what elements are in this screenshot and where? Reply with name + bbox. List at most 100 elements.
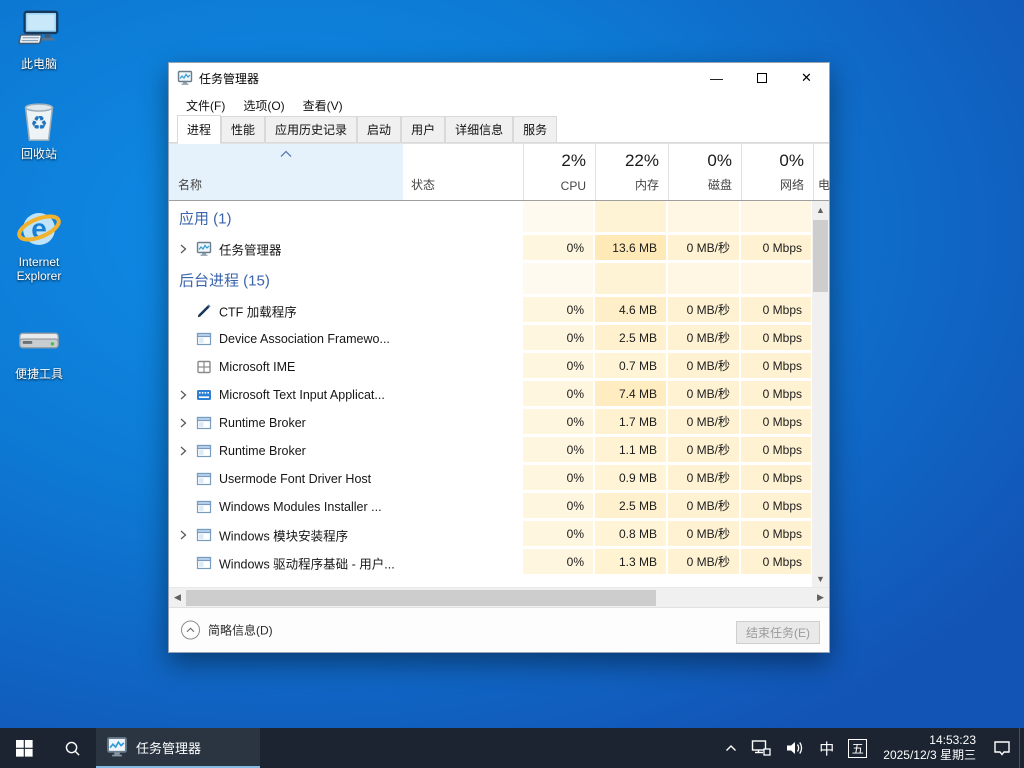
- chevron-up-icon: [725, 744, 737, 752]
- desktop-icon-recycle-bin[interactable]: ♻ 回收站: [7, 98, 71, 161]
- process-row[interactable]: 0%7.4 MB0 MB/秒0 Mbps Microsoft Text Inpu…: [169, 381, 814, 409]
- process-row[interactable]: 0%1.3 MB0 MB/秒0 Mbps Windows 驱动程序基础 - 用户…: [169, 549, 814, 577]
- column-utilization-value: 0%: [707, 151, 732, 171]
- taskbar-app-task-manager[interactable]: 任务管理器: [96, 728, 260, 768]
- process-name: Windows 驱动程序基础 - 用户...: [219, 554, 395, 573]
- menu-item[interactable]: 查看(V): [294, 95, 352, 116]
- horizontal-scrollbar-thumb[interactable]: [186, 590, 656, 606]
- taskmgr-icon: [196, 241, 212, 257]
- process-row[interactable]: 0%2.5 MB0 MB/秒0 Mbps Device Association …: [169, 325, 814, 353]
- tab-性能[interactable]: 性能: [221, 116, 265, 143]
- internet-explorer-icon: e: [7, 206, 71, 252]
- process-row[interactable]: 0%4.6 MB0 MB/秒0 Mbps CTF 加载程序: [169, 297, 814, 325]
- desktop-icon-this-pc[interactable]: 此电脑: [7, 8, 71, 71]
- window-icon: [196, 499, 212, 515]
- process-row[interactable]: 0%0.7 MB0 MB/秒0 Mbps Microsoft IME: [169, 353, 814, 381]
- expand-chevron-icon[interactable]: [176, 242, 190, 256]
- menu-item[interactable]: 选项(O): [234, 95, 293, 116]
- scroll-left-icon[interactable]: ◀: [169, 588, 186, 607]
- tab-strip: 进程性能应用历史记录启动用户详细信息服务: [169, 117, 829, 143]
- group-header-row[interactable]: 应用 (1): [169, 201, 814, 235]
- cell-cpu: 0%: [523, 325, 595, 353]
- column-header-网络[interactable]: 0%网络: [741, 144, 813, 200]
- column-header-name[interactable]: 名称: [169, 144, 403, 200]
- minimize-button[interactable]: —: [694, 63, 739, 93]
- start-button[interactable]: [0, 728, 48, 768]
- process-row[interactable]: 0%0.9 MB0 MB/秒0 Mbps Usermode Font Drive…: [169, 465, 814, 493]
- close-button[interactable]: ✕: [784, 63, 829, 93]
- column-utilization-value: 22%: [625, 151, 659, 171]
- process-row[interactable]: 0%13.6 MB0 MB/秒0 Mbps 任务管理器: [169, 235, 814, 263]
- cell-cpu: 0%: [523, 465, 595, 493]
- tab-应用历史记录[interactable]: 应用历史记录: [265, 116, 357, 143]
- cell-cpu: 0%: [523, 437, 595, 465]
- process-name: Microsoft IME: [219, 360, 295, 374]
- action-center-button[interactable]: [985, 728, 1019, 768]
- keyboard-icon: [196, 387, 212, 403]
- maximize-button[interactable]: [739, 63, 784, 93]
- volume-tray-icon[interactable]: [778, 728, 812, 768]
- column-header-CPU[interactable]: 2%CPU: [523, 144, 595, 200]
- cell-mem: 1.7 MB: [595, 409, 668, 437]
- column-label: 磁盘: [708, 176, 732, 193]
- group-header-row[interactable]: 后台进程 (15): [169, 263, 814, 297]
- menu-item[interactable]: 文件(F): [177, 95, 234, 116]
- scroll-right-icon[interactable]: ▶: [812, 588, 829, 607]
- window-icon: [196, 527, 212, 543]
- search-button[interactable]: [48, 728, 96, 768]
- process-row[interactable]: 0%1.1 MB0 MB/秒0 Mbps Runtime Broker: [169, 437, 814, 465]
- desktop-icon-label: 便捷工具: [7, 367, 71, 381]
- expand-chevron-icon[interactable]: [176, 444, 190, 458]
- tab-启动[interactable]: 启动: [357, 116, 401, 143]
- cell-disk: 0 MB/秒: [668, 521, 741, 549]
- column-header-row: 名称 状态 电 2%CPU22%内存 0% 磁盘 0%网络: [169, 143, 829, 201]
- show-desktop-button[interactable]: [1019, 728, 1024, 768]
- ime-language-indicator[interactable]: 中: [812, 728, 841, 768]
- column-header-power-partial[interactable]: 电: [813, 144, 831, 200]
- tray-expand-button[interactable]: [718, 728, 744, 768]
- network-tray-icon[interactable]: [744, 728, 778, 768]
- desktop-icon-internet-explorer[interactable]: e Internet Explorer: [7, 206, 71, 283]
- cell-net: [741, 263, 813, 297]
- scroll-up-icon[interactable]: ▲: [812, 201, 829, 218]
- task-manager-window: 任务管理器 — ✕ 文件(F)选项(O)查看(V) 进程性能应用历史记录启动用户…: [168, 62, 830, 653]
- cell-disk: [668, 263, 741, 297]
- ime-icon: [196, 359, 212, 375]
- end-task-button[interactable]: 结束任务(E): [736, 621, 820, 644]
- tab-进程[interactable]: 进程: [177, 115, 221, 143]
- cell-mem: 4.6 MB: [595, 297, 668, 325]
- fewer-details-toggle[interactable]: 简略信息(D): [181, 621, 273, 640]
- column-header-磁盘[interactable]: 0% 磁盘: [668, 144, 741, 200]
- cell-disk: 0 MB/秒: [668, 437, 741, 465]
- column-header-内存[interactable]: 22%内存: [595, 144, 668, 200]
- expand-chevron-icon[interactable]: [176, 528, 190, 542]
- vertical-scrollbar[interactable]: ▲ ▼: [812, 201, 829, 587]
- cell-disk: 0 MB/秒: [668, 381, 741, 409]
- column-label: 网络: [780, 176, 804, 193]
- tools-drive-icon: [7, 318, 71, 364]
- window-icon: [196, 443, 212, 459]
- desktop-icon-tools-drive[interactable]: 便捷工具: [7, 318, 71, 381]
- cell-mem: 2.5 MB: [595, 493, 668, 521]
- vertical-scrollbar-thumb[interactable]: [813, 220, 828, 292]
- process-row[interactable]: 0%2.5 MB0 MB/秒0 Mbps Windows Modules Ins…: [169, 493, 814, 521]
- process-row[interactable]: 0%0.8 MB0 MB/秒0 Mbps Windows 模块安装程序: [169, 521, 814, 549]
- process-row[interactable]: 0%1.7 MB0 MB/秒0 Mbps Runtime Broker: [169, 409, 814, 437]
- expand-chevron-icon[interactable]: [176, 416, 190, 430]
- maximize-icon: [757, 73, 767, 83]
- desktop-icon-label: 回收站: [7, 147, 71, 161]
- title-bar[interactable]: 任务管理器 — ✕: [169, 63, 829, 93]
- ime-mode-indicator[interactable]: 五: [841, 728, 874, 768]
- cell-net: 0 Mbps: [741, 235, 813, 263]
- tab-用户[interactable]: 用户: [401, 116, 445, 143]
- tab-详细信息[interactable]: 详细信息: [445, 116, 513, 143]
- tab-服务[interactable]: 服务: [513, 116, 557, 143]
- scroll-down-icon[interactable]: ▼: [812, 570, 829, 587]
- process-name: Microsoft Text Input Applicat...: [219, 388, 385, 402]
- horizontal-scrollbar[interactable]: ◀ ▶: [169, 587, 829, 607]
- menu-bar: 文件(F)选项(O)查看(V): [169, 93, 829, 117]
- expand-chevron-icon[interactable]: [176, 388, 190, 402]
- cell-net: 0 Mbps: [741, 493, 813, 521]
- column-header-status[interactable]: 状态: [403, 144, 523, 200]
- taskbar-clock[interactable]: 14:53:23 2025/12/3 星期三: [874, 728, 985, 768]
